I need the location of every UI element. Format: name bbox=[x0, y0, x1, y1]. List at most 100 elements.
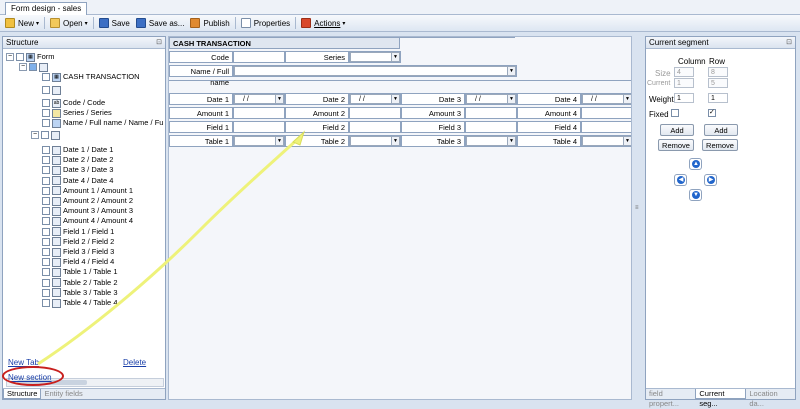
date-cell[interactable]: / / ▼ bbox=[349, 93, 401, 105]
checkbox[interactable] bbox=[42, 186, 50, 195]
table-cell[interactable]: ▼ bbox=[465, 135, 517, 147]
date-cell[interactable]: / / ▼ bbox=[233, 93, 285, 105]
tree-node-field[interactable]: Field 4 / Field 4 bbox=[42, 257, 114, 267]
table-select[interactable]: ▼ bbox=[234, 136, 284, 146]
date-cell[interactable]: / / ▼ bbox=[465, 93, 517, 105]
move-left-button[interactable]: ◀ bbox=[674, 174, 687, 186]
checkbox[interactable] bbox=[42, 166, 50, 175]
checkbox[interactable] bbox=[42, 86, 50, 94]
checkbox[interactable] bbox=[42, 119, 50, 127]
tree-node-field[interactable]: Date 1 / Date 1 bbox=[42, 145, 113, 155]
date-label[interactable]: Date 2 bbox=[285, 93, 349, 105]
field-label[interactable]: Field 1 bbox=[169, 121, 233, 133]
series-select[interactable]: ▼ bbox=[350, 52, 400, 62]
table-cell[interactable]: ▼ bbox=[233, 135, 285, 147]
checkbox[interactable] bbox=[41, 131, 49, 139]
new-button[interactable]: New ▾ bbox=[2, 16, 42, 30]
checkbox[interactable] bbox=[42, 227, 50, 236]
tree-node-field[interactable]: Field 3 / Field 3 bbox=[42, 247, 114, 257]
amount-label[interactable]: Amount 4 bbox=[517, 107, 581, 119]
splitter-handle[interactable]: ≡ bbox=[635, 205, 639, 213]
name-select[interactable]: ▼ bbox=[234, 66, 516, 76]
actions-button[interactable]: Actions ▾ bbox=[298, 16, 348, 30]
code-input[interactable] bbox=[233, 51, 285, 63]
table-select[interactable]: ▼ bbox=[582, 136, 631, 146]
open-button[interactable]: Open ▾ bbox=[47, 16, 91, 30]
tree-node-field[interactable]: Field 1 / Field 1 bbox=[42, 227, 114, 237]
amount-cell[interactable] bbox=[465, 107, 517, 119]
checkbox[interactable] bbox=[42, 156, 50, 165]
tree-node-row[interactable] bbox=[42, 85, 63, 95]
series-label[interactable]: Series bbox=[285, 51, 349, 63]
checkbox[interactable] bbox=[16, 53, 24, 61]
chevron-down-icon[interactable]: ▼ bbox=[623, 95, 631, 103]
date-cell[interactable]: / / ▼ bbox=[581, 93, 631, 105]
amount-cell[interactable] bbox=[233, 107, 285, 119]
tree-node-field[interactable]: Table 4 / Table 4 bbox=[42, 298, 118, 308]
delete-link[interactable]: Delete bbox=[123, 358, 146, 367]
tab-field-properties[interactable]: field propert... bbox=[646, 389, 695, 408]
checkbox[interactable] bbox=[42, 299, 50, 307]
chevron-down-icon[interactable]: ▼ bbox=[391, 137, 399, 145]
date-picker[interactable]: / / ▼ bbox=[466, 94, 516, 104]
checkbox[interactable] bbox=[42, 207, 50, 216]
amount-cell[interactable] bbox=[581, 107, 631, 119]
tree-node-code[interactable]: ab Code / Code bbox=[42, 98, 105, 108]
amount-label[interactable]: Amount 1 bbox=[169, 107, 233, 119]
chevron-down-icon[interactable]: ▼ bbox=[275, 95, 283, 103]
tree-node-form[interactable]: − ▦ Form bbox=[6, 52, 55, 62]
checkbox[interactable] bbox=[42, 109, 50, 117]
name-label[interactable]: Name / Full name bbox=[169, 65, 233, 87]
tree-node-field[interactable]: Amount 3 / Amount 3 bbox=[42, 206, 133, 216]
date-picker[interactable]: / / ▼ bbox=[350, 94, 400, 104]
save-as-button[interactable]: Save as... bbox=[133, 16, 188, 30]
checkbox[interactable] bbox=[42, 258, 50, 267]
checkbox[interactable] bbox=[42, 217, 50, 226]
add-row-button[interactable]: Add bbox=[704, 124, 738, 136]
tree-node-field[interactable]: Date 2 / Date 2 bbox=[42, 155, 113, 165]
chevron-down-icon[interactable]: ▼ bbox=[391, 53, 399, 61]
chevron-down-icon[interactable]: ▼ bbox=[623, 137, 631, 145]
move-up-button[interactable]: ▲ bbox=[689, 158, 702, 170]
field-label[interactable]: Field 2 bbox=[285, 121, 349, 133]
date-picker[interactable]: / / ▼ bbox=[582, 94, 631, 104]
checkbox[interactable] bbox=[42, 278, 50, 287]
section-header[interactable]: CASH TRANSACTION bbox=[169, 37, 400, 49]
tab-location-data[interactable]: Location da... bbox=[746, 389, 795, 408]
table-label[interactable]: Table 2 bbox=[285, 135, 349, 147]
chevron-down-icon[interactable]: ▼ bbox=[507, 67, 515, 75]
tab-entity-fields[interactable]: Entity fields bbox=[41, 389, 85, 399]
collapse-icon[interactable]: − bbox=[6, 53, 14, 61]
tree-node-field[interactable]: Amount 2 / Amount 2 bbox=[42, 196, 133, 206]
tree-node-section-2[interactable]: − bbox=[31, 130, 62, 140]
save-button[interactable]: Save bbox=[96, 16, 133, 30]
fixed-column-checkbox[interactable] bbox=[671, 109, 679, 117]
table-label[interactable]: Table 1 bbox=[169, 135, 233, 147]
chevron-down-icon[interactable]: ▼ bbox=[507, 137, 515, 145]
series-cell[interactable]: ▼ bbox=[349, 51, 401, 63]
field-cell[interactable] bbox=[349, 121, 401, 133]
tree-node-cash-transaction[interactable]: ▦ CASH TRANSACTION bbox=[42, 72, 140, 82]
tree-node-field[interactable]: Amount 4 / Amount 4 bbox=[42, 216, 133, 226]
amount-label[interactable]: Amount 3 bbox=[401, 107, 465, 119]
checkbox[interactable] bbox=[42, 268, 50, 277]
tree-node-field[interactable]: Table 1 / Table 1 bbox=[42, 267, 118, 277]
tree-node-tab[interactable]: − bbox=[19, 62, 50, 72]
pin-icon[interactable]: ⊡ bbox=[786, 37, 792, 48]
checkbox[interactable] bbox=[29, 63, 37, 71]
table-label[interactable]: Table 3 bbox=[401, 135, 465, 147]
date-label[interactable]: Date 3 bbox=[401, 93, 465, 105]
code-label[interactable]: Code bbox=[169, 51, 233, 63]
pin-icon[interactable]: ⊡ bbox=[156, 37, 162, 48]
move-right-button[interactable]: ▶ bbox=[704, 174, 717, 186]
document-tab[interactable]: Form design - sales bbox=[5, 2, 88, 15]
checkbox[interactable] bbox=[42, 146, 50, 154]
field-cell[interactable] bbox=[465, 121, 517, 133]
fixed-row-checkbox[interactable]: ✓ bbox=[708, 109, 716, 117]
checkbox[interactable] bbox=[42, 99, 50, 107]
table-select[interactable]: ▼ bbox=[350, 136, 400, 146]
form-designer-canvas[interactable]: CASH TRANSACTION Code Series ▼ Name / Fu… bbox=[168, 36, 632, 400]
remove-column-button[interactable]: Remove bbox=[658, 139, 694, 151]
chevron-down-icon[interactable]: ▼ bbox=[275, 137, 283, 145]
amount-cell[interactable] bbox=[349, 107, 401, 119]
